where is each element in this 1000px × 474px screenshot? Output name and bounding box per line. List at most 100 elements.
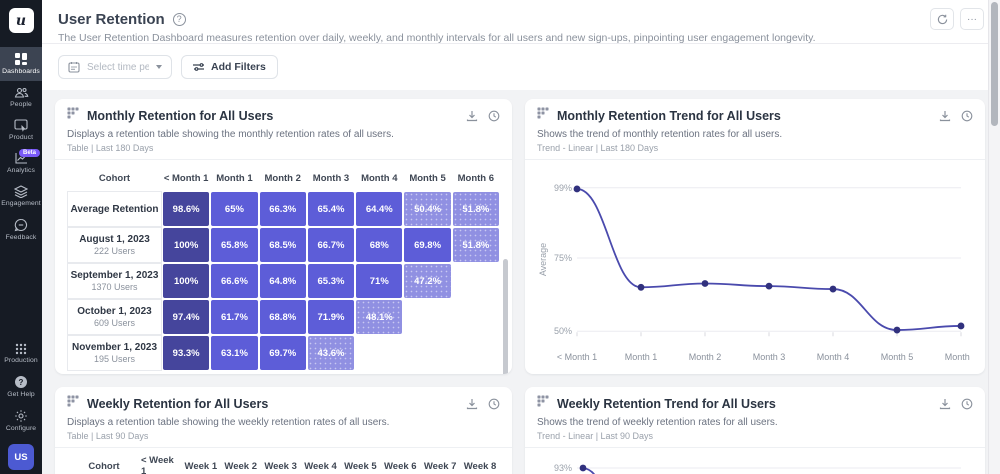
- column-header: Week 7: [420, 453, 460, 474]
- card-meta: Trend - Linear | Last 180 Days: [537, 143, 973, 153]
- sidebar-item-people[interactable]: People: [0, 81, 42, 114]
- retention-cell-wrap: 51.8%: [452, 227, 500, 263]
- retention-cell[interactable]: 93.3%: [163, 336, 209, 370]
- retention-cell[interactable]: 65.4%: [308, 192, 354, 226]
- sidebar-item-label: Get Help: [7, 391, 35, 398]
- sidebar-item-label: Analytics: [7, 167, 35, 174]
- retention-cell-wrap: 65%: [210, 191, 258, 227]
- sidebar-item-label: Product: [9, 134, 33, 141]
- card-title: Monthly Retention Trend for All Users: [557, 109, 781, 123]
- people-icon: [14, 86, 29, 99]
- retention-cell[interactable]: 51.8%: [453, 192, 499, 226]
- y-tick-label: 99%: [554, 183, 572, 193]
- table-scrollbar[interactable]: [503, 259, 508, 374]
- retention-cell[interactable]: 100%: [163, 264, 209, 298]
- page-scrollbar[interactable]: [988, 0, 1000, 474]
- user-avatar[interactable]: US: [8, 444, 34, 470]
- cohort-users: 222 Users: [94, 246, 135, 256]
- retention-cell[interactable]: 51.8%: [453, 228, 499, 262]
- monthly-trend-line-chart[interactable]: 99%75%50%< Month 1Month 1Month 2Month 3M…: [537, 164, 970, 367]
- card-meta: Table | Last 90 Days: [67, 431, 500, 441]
- retention-cell[interactable]: 66.6%: [211, 264, 257, 298]
- time-icon[interactable]: [961, 110, 973, 122]
- retention-cell[interactable]: 69.7%: [260, 336, 306, 370]
- download-icon[interactable]: [466, 110, 478, 122]
- cohort-users: 195 Users: [94, 354, 135, 364]
- download-icon[interactable]: [939, 398, 951, 410]
- retention-cell[interactable]: 68.8%: [260, 300, 306, 334]
- sidebar-item-engagement[interactable]: Engagement: [0, 180, 42, 213]
- cohort-label: September 1, 20231370 Users: [67, 263, 162, 299]
- data-point: [830, 286, 837, 293]
- download-icon[interactable]: [466, 398, 478, 410]
- main-area: User Retention ? ··· The User Retention …: [42, 0, 1000, 474]
- retention-cell-wrap: 43.6%: [307, 335, 355, 371]
- feedback-bubble-icon: [14, 218, 28, 232]
- data-point: [638, 284, 645, 291]
- retention-cell[interactable]: 68.5%: [260, 228, 306, 262]
- cohort-name: November 1, 2023: [72, 342, 157, 353]
- monthly-retention-table: Cohort< Month 1Month 1Month 2Month 3Mont…: [67, 165, 500, 371]
- sidebar-item-configure[interactable]: Configure: [0, 404, 42, 438]
- x-tick-label: Month 6: [945, 352, 970, 362]
- retention-cell[interactable]: 98.6%: [163, 192, 209, 226]
- time-icon[interactable]: [488, 110, 500, 122]
- retention-cell[interactable]: 47.2%: [404, 264, 450, 298]
- x-tick-label: < Month 1: [557, 352, 597, 362]
- time-icon[interactable]: [488, 398, 500, 410]
- retention-cell[interactable]: 64.8%: [260, 264, 306, 298]
- retention-cell-wrap: 93.3%: [162, 335, 210, 371]
- retention-cell[interactable]: 50.4%: [404, 192, 450, 226]
- chevron-down-icon: [156, 65, 162, 69]
- sidebar-item-dashboards[interactable]: Dashboards: [0, 47, 42, 81]
- app-logo[interactable]: u: [9, 8, 34, 33]
- column-header: Month 4: [355, 165, 403, 191]
- retention-cell[interactable]: 61.7%: [211, 300, 257, 334]
- retention-grid-icon: [537, 395, 551, 413]
- data-point: [702, 280, 709, 287]
- retention-cell[interactable]: 65.3%: [308, 264, 354, 298]
- retention-grid-icon: [67, 107, 81, 125]
- retention-cell[interactable]: 43.6%: [308, 336, 354, 370]
- retention-cell[interactable]: 66.3%: [260, 192, 306, 226]
- retention-cell[interactable]: 64.4%: [356, 192, 402, 226]
- cohort-label: October 1, 2023609 Users: [67, 299, 162, 335]
- download-icon[interactable]: [939, 110, 951, 122]
- scrollbar-thumb[interactable]: [991, 2, 998, 126]
- sidebar-item-feedback[interactable]: Feedback: [0, 213, 42, 247]
- x-tick-label: Month 2: [689, 352, 722, 362]
- retention-cell[interactable]: 71.9%: [308, 300, 354, 334]
- sidebar-item-get-help[interactable]: ? Get Help: [0, 370, 42, 404]
- sidebar-item-production[interactable]: Production: [0, 338, 42, 370]
- more-options-button[interactable]: ···: [960, 8, 984, 30]
- help-circle-icon[interactable]: ?: [173, 13, 186, 26]
- cohort-name: August 1, 2023: [79, 234, 150, 245]
- refresh-button[interactable]: [930, 8, 954, 30]
- sidebar-item-product[interactable]: Product: [0, 114, 42, 147]
- retention-cell[interactable]: 97.4%: [163, 300, 209, 334]
- add-filters-button[interactable]: Add Filters: [181, 55, 278, 79]
- sidebar-item-label: Feedback: [6, 234, 37, 241]
- retention-cell[interactable]: 48.1%: [356, 300, 402, 334]
- retention-cell[interactable]: 66.7%: [308, 228, 354, 262]
- weekly-retention-table: Cohort< Week 1Week 1Week 2Week 3Week 4We…: [67, 453, 500, 474]
- retention-cell[interactable]: 65%: [211, 192, 257, 226]
- retention-cell[interactable]: 63.1%: [211, 336, 257, 370]
- retention-cell[interactable]: 100%: [163, 228, 209, 262]
- time-icon[interactable]: [961, 398, 973, 410]
- column-header: Month 2: [259, 165, 307, 191]
- cohort-users: 609 Users: [94, 318, 135, 328]
- retention-cell[interactable]: 71%: [356, 264, 402, 298]
- time-period-select[interactable]: Select time period: [58, 55, 172, 79]
- sidebar-item-analytics[interactable]: Beta Analytics: [0, 147, 42, 180]
- empty-cell: [452, 299, 500, 335]
- retention-cell[interactable]: 65.8%: [211, 228, 257, 262]
- apps-grid-icon: [15, 343, 27, 355]
- weekly-trend-line-chart[interactable]: 93%: [537, 452, 970, 474]
- retention-cell-wrap: 69.7%: [259, 335, 307, 371]
- y-tick-label: 75%: [554, 253, 572, 263]
- trend-line: [577, 189, 961, 330]
- column-header: Week 2: [221, 453, 261, 474]
- retention-cell[interactable]: 68%: [356, 228, 402, 262]
- retention-cell[interactable]: 69.8%: [404, 228, 450, 262]
